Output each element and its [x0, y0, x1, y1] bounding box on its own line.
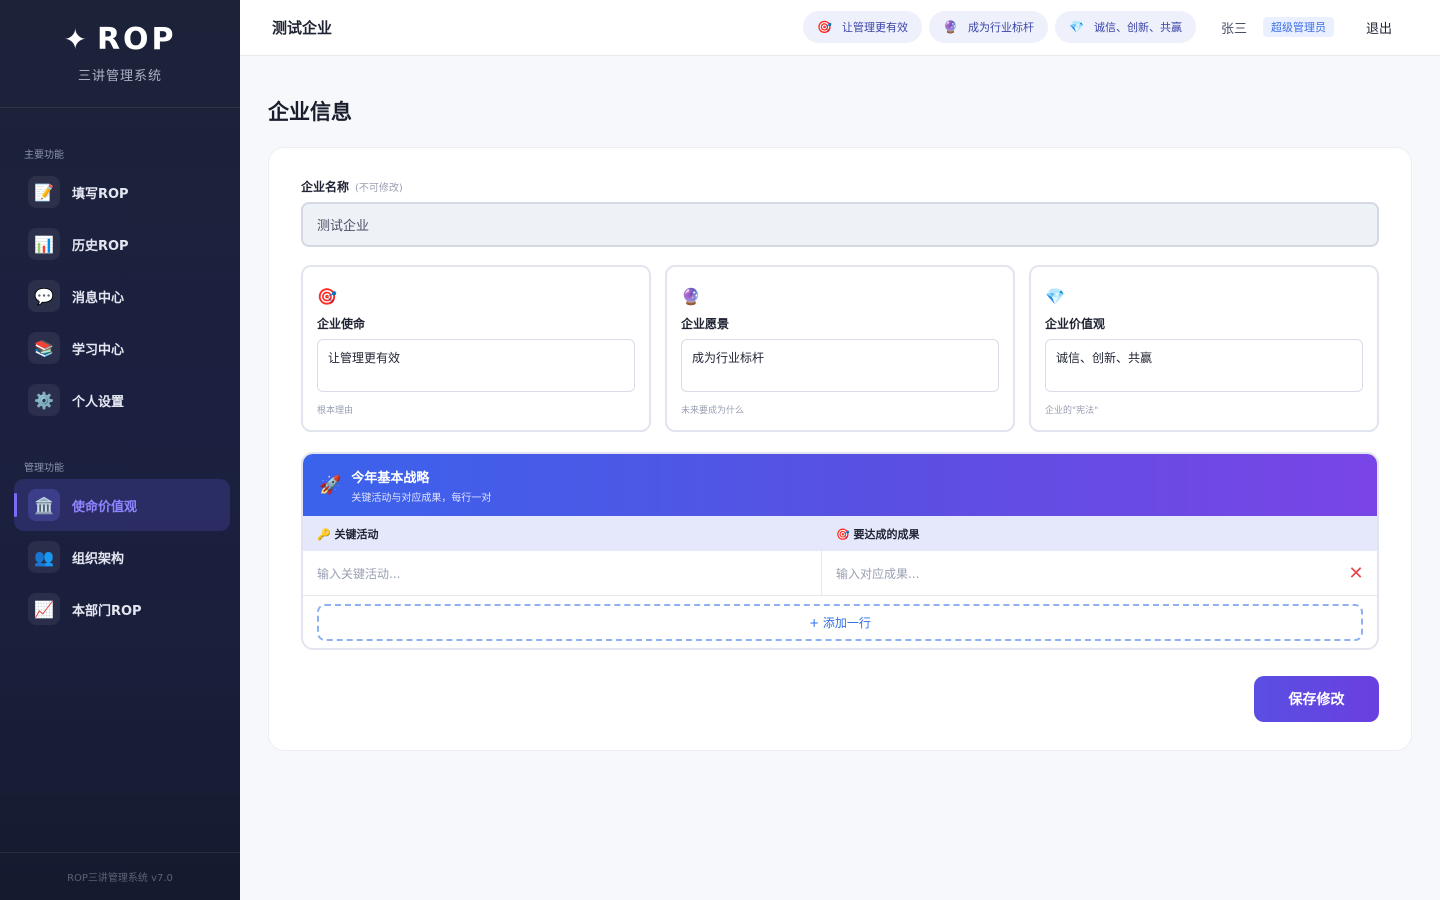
user-name: 张三 — [1221, 22, 1248, 37]
values-pill: 💎 诚信、创新、共赢 — [1055, 11, 1196, 43]
bar-chart-icon: 📊 — [28, 228, 60, 260]
strategy-title: 今年基本战略 — [351, 470, 430, 486]
sidebar-item-label: 个人设置 — [72, 394, 125, 410]
result-input[interactable]: 输入对应成果... — [836, 551, 1316, 595]
crystal-ball-icon: 🔮 — [681, 287, 701, 306]
sidebar-item-label: 填写ROP — [72, 186, 129, 202]
company-name-field: 测试企业 — [301, 202, 1379, 247]
section-title-admin: 管理功能 — [24, 463, 64, 474]
activity-input[interactable]: 输入关键活动... — [317, 551, 807, 595]
vision-title: 企业愿景 — [681, 317, 730, 331]
brand: ✦ ROP 三讲管理系统 — [0, 0, 240, 108]
strategy-column-header: 🔑 关键活动 🎯 要达成的成果 — [303, 516, 1377, 551]
vision-pill-text: 成为行业标杆 — [967, 21, 1034, 34]
chat-bubble-icon: 💬 — [28, 280, 60, 312]
vision-textarea[interactable]: 成为行业标杆 — [681, 339, 999, 392]
activity-column-header: 🔑 关键活动 — [317, 527, 379, 541]
company-info-card: 企业名称 (不可修改) 测试企业 🎯 企业使命 让管理更有效 根本理由 🔮 企业愿… — [268, 147, 1412, 751]
logout-link[interactable]: 退出 — [1366, 18, 1392, 37]
sidebar-item-settings[interactable]: ⚙️ 个人设置 — [14, 374, 230, 426]
gem-icon: 💎 — [1069, 20, 1084, 34]
memo-icon: 📝 — [28, 176, 60, 208]
role-badge: 超级管理员 — [1263, 17, 1334, 37]
result-column-header: 🎯 要达成的成果 — [836, 527, 920, 541]
sidebar-item-label: 消息中心 — [72, 290, 125, 306]
target-icon: 🎯 — [817, 20, 832, 34]
sidebar-item-label: 学习中心 — [72, 342, 125, 358]
sidebar-item-fill-rop[interactable]: 📝 填写ROP — [14, 166, 230, 218]
books-icon: 📚 — [28, 332, 60, 364]
sidebar-item-label: 本部门ROP — [72, 603, 142, 619]
section-title-main: 主要功能 — [24, 150, 64, 161]
crystal-ball-icon: 🔮 — [943, 20, 958, 34]
company-name-label: 企业名称 (不可修改) — [301, 178, 403, 195]
strategy-subtitle: 关键活动与对应成果，每行一对 — [351, 492, 492, 504]
vision-pill: 🔮 成为行业标杆 — [929, 11, 1048, 43]
values-card: 💎 企业价值观 诚信、创新、共赢 企业的"宪法" — [1029, 265, 1379, 432]
sidebar-item-messages[interactable]: 💬 消息中心 — [14, 270, 230, 322]
mission-card: 🎯 企业使命 让管理更有效 根本理由 — [301, 265, 651, 432]
topbar: 测试企业 🎯 让管理更有效 🔮 成为行业标杆 💎 诚信、创新、共赢 张三 超级管… — [240, 0, 1440, 56]
rocket-icon: 🚀 — [319, 474, 342, 496]
save-button[interactable]: 保存修改 — [1254, 676, 1379, 722]
page-title: 企业信息 — [268, 100, 352, 124]
strategy-panel: 🚀 今年基本战略 关键活动与对应成果，每行一对 🔑 关键活动 🎯 要达成的成果 … — [301, 452, 1379, 650]
strategy-header: 🚀 今年基本战略 关键活动与对应成果，每行一对 — [303, 454, 1377, 516]
add-row-button[interactable]: + 添加一行 — [317, 604, 1363, 641]
vision-card: 🔮 企业愿景 成为行业标杆 未来要成为什么 — [665, 265, 1015, 432]
gear-icon: ⚙️ — [28, 384, 60, 416]
sidebar-item-mission-values[interactable]: 🏛️ 使命价值观 — [14, 479, 230, 531]
brand-name: ROP — [96, 22, 177, 57]
gem-icon: 💎 — [1045, 287, 1065, 306]
target-icon: 🎯 — [317, 287, 337, 306]
values-textarea[interactable]: 诚信、创新、共赢 — [1045, 339, 1363, 392]
sidebar-item-label: 组织架构 — [72, 551, 125, 567]
mission-title: 企业使命 — [317, 317, 366, 331]
classical-building-icon: 🏛️ — [28, 489, 60, 521]
sidebar-item-label: 历史ROP — [72, 238, 129, 254]
sidebar-item-dept-rop[interactable]: 📈 本部门ROP — [14, 583, 230, 635]
values-note: 企业的"宪法" — [1045, 406, 1099, 416]
sidebar-footer: ROP三讲管理系统 v7.0 — [0, 852, 240, 900]
readonly-hint: (不可修改) — [355, 183, 403, 194]
sidebar-item-learning[interactable]: 📚 学习中心 — [14, 322, 230, 374]
mission-note: 根本理由 — [317, 406, 354, 416]
mission-textarea[interactable]: 让管理更有效 — [317, 339, 635, 392]
sidebar-item-history-rop[interactable]: 📊 历史ROP — [14, 218, 230, 270]
company-name: 测试企业 — [272, 19, 333, 37]
sidebar-item-org-structure[interactable]: 👥 组织架构 — [14, 531, 230, 583]
values-pill-text: 诚信、创新、共赢 — [1093, 21, 1182, 34]
delete-row-icon[interactable]: ✕ — [1345, 562, 1367, 584]
sparkle-logo-icon: ✦ — [63, 22, 87, 56]
trend-chart-icon: 📈 — [28, 593, 60, 625]
column-divider — [821, 551, 822, 595]
brand-subtitle: 三讲管理系统 — [77, 69, 162, 84]
sidebar-item-label: 使命价值观 — [72, 499, 138, 515]
mission-pill-text: 让管理更有效 — [841, 21, 908, 34]
table-row: 输入关键活动... 输入对应成果... ✕ — [303, 551, 1377, 596]
people-icon: 👥 — [28, 541, 60, 573]
sidebar: ✦ ROP 三讲管理系统 主要功能 📝 填写ROP 📊 历史ROP 💬 消息中心… — [0, 0, 240, 900]
values-title: 企业价值观 — [1045, 317, 1106, 331]
mission-pill: 🎯 让管理更有效 — [803, 11, 922, 43]
company-name-label-text: 企业名称 — [301, 180, 350, 194]
vision-note: 未来要成为什么 — [681, 406, 745, 416]
